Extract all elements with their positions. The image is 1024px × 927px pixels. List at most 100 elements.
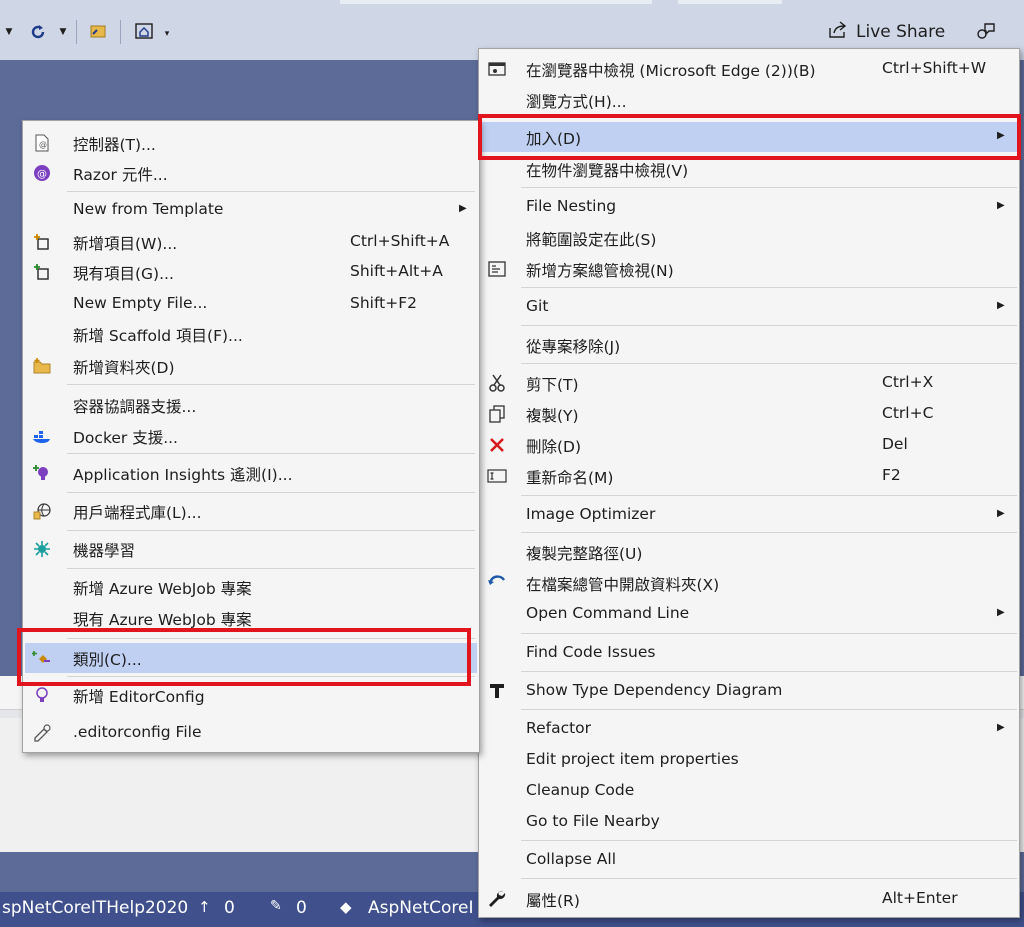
menu-item-label: .editorconfig File (73, 723, 202, 741)
menu-item-right_menu-21[interactable]: Cleanup Code (481, 776, 1017, 806)
menu-separator (521, 325, 1017, 326)
menu-item-left_menu-17[interactable]: .editorconfig File (25, 718, 477, 748)
menu-item-label: 用戶端程式庫(L)... (73, 504, 202, 522)
svg-text:@: @ (39, 140, 47, 149)
menu-item-label: 機器學習 (73, 542, 136, 560)
menu-item-right_menu-24[interactable]: 屬性(R) Alt+Enter (481, 884, 1017, 914)
menu-item-label: Cleanup Code (526, 781, 635, 799)
menu-item-right_menu-11[interactable]: 刪除(D) Del (481, 430, 1017, 460)
refresh-dropdown-icon[interactable]: ▼ (56, 22, 70, 42)
menu-item-right_menu-14[interactable]: 複製完整路徑(U) (481, 537, 1017, 567)
menu-item-right_menu-20[interactable]: Edit project item properties (481, 745, 1017, 775)
menu-item-right_menu-22[interactable]: Go to File Nearby (481, 807, 1017, 837)
menu-item-label: 在物件瀏覽器中檢視(V) (526, 162, 689, 180)
menu-item-right_menu-7[interactable]: Git ▶ (481, 292, 1017, 322)
menu-item-right_menu-4[interactable]: File Nesting ▶ (481, 192, 1017, 222)
menu-icon-slot (486, 780, 508, 802)
submenu-arrow-icon: ▶ (459, 203, 467, 214)
menu-item-label: 現有 Azure WebJob 專案 (73, 611, 252, 629)
menu-item-left_menu-8[interactable]: 容器協調器支援... (25, 390, 477, 420)
menu-item-right_menu-16[interactable]: Open Command Line ▶ (481, 599, 1017, 629)
svg-text:@: @ (37, 169, 47, 180)
menu-item-label: File Nesting (526, 197, 617, 215)
menu-item-left_menu-3[interactable]: 新增項目(W)... Ctrl+Shift+A (25, 227, 477, 257)
menu-icon-slot (486, 642, 508, 664)
status-edit-count[interactable]: 0 (296, 898, 307, 918)
menu-icon-slot (31, 576, 53, 598)
menu-item-label: Application Insights 遙測(I)... (73, 466, 293, 484)
menu-icon-slot (486, 158, 508, 180)
menu-item-right_menu-10[interactable]: 複製(Y) Ctrl+C (481, 399, 1017, 429)
menu-item-right_menu-9[interactable]: 剪下(T) Ctrl+X (481, 368, 1017, 398)
menu-separator (67, 453, 475, 454)
menu-item-right_menu-0[interactable]: 在瀏覽器中檢視 (Microsoft Edge (2))(B) Ctrl+Shif… (481, 54, 1017, 84)
folder-sync-icon[interactable] (86, 19, 110, 43)
menu-separator (521, 878, 1017, 879)
menu-item-right_menu-5[interactable]: 將範圍設定在此(S) (481, 223, 1017, 253)
menu-item-shortcut: Ctrl+Shift+A (350, 232, 450, 250)
menu-item-left_menu-1[interactable]: @ Razor 元件... (25, 158, 477, 188)
refresh-icon[interactable] (26, 20, 50, 44)
menu-item-label: New Empty File... (73, 294, 208, 312)
toolbar-tab-strip-2 (678, 0, 782, 4)
status-up-count[interactable]: 0 (224, 898, 235, 918)
menu-item-right_menu-6[interactable]: 新增方案總管檢視(N) (481, 254, 1017, 284)
menu-item-label: Collapse All (526, 850, 617, 868)
menu-item-right_menu-23[interactable]: Collapse All (481, 845, 1017, 875)
copy-icon (486, 403, 508, 425)
menu-icon-slot (486, 718, 508, 740)
menu-item-left_menu-9[interactable]: Docker 支援... (25, 421, 477, 451)
feedback-icon[interactable] (972, 18, 998, 44)
menu-item-label: 複製完整路徑(U) (526, 545, 643, 563)
submenu-arrow-icon: ▶ (997, 722, 1005, 733)
menu-item-label: Docker 支援... (73, 429, 178, 447)
menu-item-label: 從專案移除(J) (526, 338, 621, 356)
menu-separator (67, 568, 475, 569)
submenu-arrow-icon: ▶ (997, 200, 1005, 211)
menu-item-right_menu-8[interactable]: 從專案移除(J) (481, 330, 1017, 360)
home-view-icon[interactable] (132, 19, 156, 43)
menu-item-shortcut: Shift+F2 (350, 294, 417, 312)
menu-item-label: 新增項目(W)... (73, 235, 178, 253)
menu-item-shortcut: Ctrl+C (882, 404, 934, 422)
live-share-button[interactable]: Live Share (828, 20, 945, 44)
dropdown-arrow-icon[interactable]: ▼ (2, 22, 16, 42)
menu-item-shortcut: Shift+Alt+A (350, 262, 443, 280)
status-repo-name[interactable]: AspNetCoreI (368, 898, 473, 918)
menu-item-left_menu-2[interactable]: New from Template ▶ (25, 195, 477, 225)
menu-item-left_menu-5[interactable]: New Empty File... Shift+F2 (25, 289, 477, 319)
menu-item-right_menu-18[interactable]: Show Type Dependency Diagram (481, 676, 1017, 706)
menu-item-left_menu-12[interactable]: 機器學習 (25, 534, 477, 564)
menu-item-label: Refactor (526, 719, 592, 737)
menu-item-left_menu-6[interactable]: 新增 Scaffold 項目(F)... (25, 319, 477, 349)
menu-item-right_menu-17[interactable]: Find Code Issues (481, 638, 1017, 668)
existing-item-icon (31, 261, 53, 283)
new-item-icon (31, 231, 53, 253)
menu-item-right_menu-15[interactable]: 在檔案總管中開啟資料夾(X) (481, 568, 1017, 598)
menu-item-shortcut: Ctrl+Shift+W (882, 59, 987, 77)
menu-item-left_menu-10[interactable]: Application Insights 遙測(I)... (25, 458, 477, 488)
menu-icon-slot (486, 196, 508, 218)
menu-item-right_menu-13[interactable]: Image Optimizer ▶ (481, 500, 1017, 530)
menu-item-label: 重新命名(M) (526, 469, 614, 487)
menu-item-left_menu-13[interactable]: 新增 Azure WebJob 專案 (25, 572, 477, 602)
menu-icon-slot (486, 334, 508, 356)
app-insights-icon (31, 462, 53, 484)
menu-item-shortcut: Del (882, 435, 908, 453)
menu-separator (521, 363, 1017, 364)
menu-item-right_menu-1[interactable]: 瀏覽方式(H)... (481, 85, 1017, 115)
menu-item-left_menu-0[interactable]: @ 控制器(T)... (25, 128, 477, 158)
menu-item-left_menu-4[interactable]: 現有項目(G)... Shift+Alt+A (25, 257, 477, 287)
menu-item-left_menu-7[interactable]: 新增資料夾(D) (25, 351, 477, 381)
menu-separator (67, 191, 475, 192)
editorconfig-icon (31, 684, 53, 706)
menu-separator (521, 671, 1017, 672)
status-project-name[interactable]: spNetCoreITHelp2020 (2, 898, 188, 918)
menu-item-right_menu-19[interactable]: Refactor ▶ (481, 714, 1017, 744)
menu-icon-slot (31, 199, 53, 221)
menu-item-left_menu-11[interactable]: 用戶端程式庫(L)... (25, 496, 477, 526)
menu-item-label: Image Optimizer (526, 505, 656, 523)
menu-item-right_menu-12[interactable]: 重新命名(M) F2 (481, 461, 1017, 491)
toolbar-overflow-icon[interactable]: ▾ (160, 26, 174, 42)
menu-item-label: 在檔案總管中開啟資料夾(X) (526, 576, 720, 594)
